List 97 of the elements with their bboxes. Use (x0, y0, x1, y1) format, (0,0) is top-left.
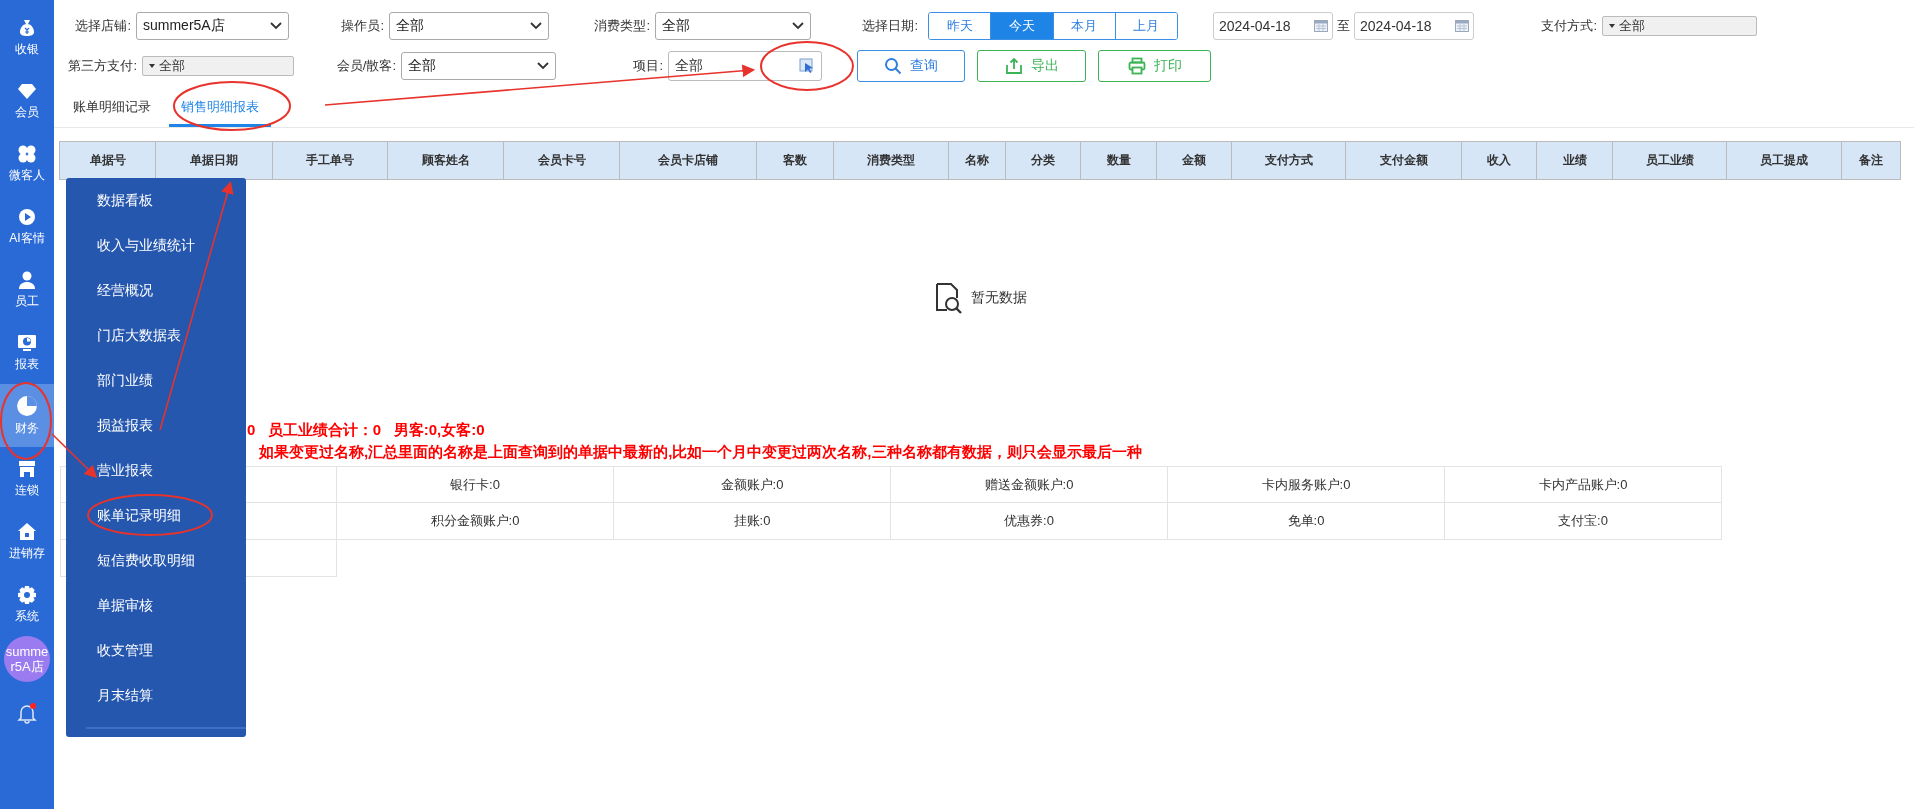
tab[interactable]: 账单明细记录 (61, 90, 163, 127)
column-header: 名称 (948, 141, 1006, 180)
menu-item[interactable]: 短信费收取明细 (66, 538, 246, 583)
cursor-select-icon[interactable] (799, 58, 815, 74)
filter-label: 消费类型: (593, 17, 651, 35)
date-range-tab[interactable]: 今天 (991, 13, 1054, 39)
summary-cell: 免单:0 (1168, 503, 1445, 540)
column-header: 数量 (1080, 141, 1157, 180)
printer-icon (1127, 57, 1146, 75)
filter-label: 项目: (632, 57, 664, 75)
menu-item[interactable]: 损益报表 (66, 403, 246, 448)
column-header: 收入 (1461, 141, 1537, 180)
money-bag-icon (17, 17, 37, 38)
date-range-tab[interactable]: 昨天 (929, 13, 992, 39)
annotation-arrow (51, 433, 98, 479)
column-header: 客数 (756, 141, 834, 180)
chevron-down-icon (270, 22, 282, 30)
filter-label: 第三方支付: (67, 57, 138, 75)
dropdown-field[interactable]: 全部 (1602, 16, 1757, 36)
filter-label: 选择日期: (861, 17, 919, 35)
chevron-down-icon (792, 22, 804, 30)
menu-item[interactable]: 营业报表 (66, 448, 246, 493)
summary-cell: 挂账:0 (614, 503, 891, 540)
summary-cell: 卡内服务账户:0 (1168, 466, 1445, 503)
summary-cell: 卡内产品账户:0 (1445, 466, 1722, 503)
menu-item[interactable]: 门店大数据表 (66, 313, 246, 358)
sidebar-item[interactable]: 员工 (0, 258, 54, 321)
column-header: 业绩 (1536, 141, 1613, 180)
person-icon (17, 269, 37, 290)
column-header: 员工提成 (1726, 141, 1842, 180)
calendar-icon (1455, 20, 1469, 32)
filter-label: 操作员: (340, 17, 385, 35)
summary-cell: 赠送金额账户:0 (891, 466, 1168, 503)
summary-cell: 金额账户:0 (614, 466, 891, 503)
tab[interactable]: 销售明细报表 (169, 90, 271, 127)
bell-icon[interactable] (16, 702, 38, 724)
chevron-down-icon (537, 62, 549, 70)
sidebar-item[interactable]: 收银 (0, 6, 54, 69)
settings-icon (17, 584, 37, 605)
sidebar-item[interactable]: 微客人 (0, 132, 54, 195)
upload-icon (1004, 57, 1023, 75)
column-header: 会员卡号 (503, 141, 620, 180)
menu-item[interactable]: 账单记录明细 (66, 493, 246, 538)
select-field[interactable]: summer5A店 (136, 12, 289, 40)
column-header: 会员卡店铺 (619, 141, 757, 180)
column-header: 支付金额 (1345, 141, 1462, 180)
action-button[interactable]: 查询 (857, 50, 965, 82)
column-header: 支付方式 (1231, 141, 1346, 180)
menu-item[interactable]: 收支管理 (66, 628, 246, 673)
calendar-icon (1314, 20, 1328, 32)
search-icon (884, 57, 902, 75)
empty-message: 暂无数据 (970, 289, 1027, 307)
range-separator: 至 (1337, 17, 1350, 35)
column-header: 顾客姓名 (387, 141, 504, 180)
date-field[interactable]: 2024-04-18 (1213, 12, 1333, 40)
column-header: 消费类型 (833, 141, 949, 180)
sidebar-item[interactable]: 进销存 (0, 510, 54, 573)
pie-chart-icon (16, 394, 38, 417)
play-icon (17, 206, 37, 227)
menu-item[interactable]: 数据看板 (66, 178, 246, 223)
filter-label: 选择店铺: (74, 17, 132, 35)
column-header: 金额 (1156, 141, 1232, 180)
select-field[interactable]: 全部 (401, 52, 556, 80)
summary-cell: 积分金额账户:0 (337, 503, 614, 540)
column-header: 手工单号 (272, 141, 388, 180)
sidebar-item[interactable]: 连锁 (0, 447, 54, 510)
sidebar-item[interactable]: 报表 (0, 321, 54, 384)
filter-label: 支付方式: (1540, 17, 1598, 35)
menu-item[interactable]: 经营概况 (66, 268, 246, 313)
column-header: 分类 (1005, 141, 1081, 180)
chevron-down-icon (530, 22, 542, 30)
monitor-icon (17, 332, 37, 353)
column-header: 备注 (1841, 141, 1901, 180)
sidebar-item[interactable]: 会员 (0, 69, 54, 132)
summary-cell: 银行卡:0 (337, 466, 614, 503)
date-field[interactable]: 2024-04-18 (1354, 12, 1474, 40)
sidebar-item[interactable]: 系统 (0, 573, 54, 636)
store-icon (17, 458, 37, 479)
filter-label: 会员/散客: (335, 57, 397, 75)
summary-note: 如果变更过名称,汇总里面的名称是上面查询到的单据中最新的,比如一个月中变更过两次名称,三种名称都有数据，则只会显示最后一种 (259, 442, 1142, 462)
menu-item[interactable]: 收入与业绩统计 (66, 223, 246, 268)
column-header: 员工业绩 (1612, 141, 1727, 180)
summary-cell: 支付宝:0 (1445, 503, 1722, 540)
menu-item[interactable]: 单据审核 (66, 583, 246, 628)
column-header: 单据日期 (155, 141, 273, 180)
dropdown-field[interactable]: 全部 (142, 56, 294, 76)
menu-item[interactable]: 部门业绩 (66, 358, 246, 403)
summary-note: 0 员工业绩合计：0 男客:0,女客:0 (247, 420, 485, 440)
column-header: 单据号 (59, 141, 156, 180)
sidebar-item[interactable]: AI客情 (0, 195, 54, 258)
select-field[interactable]: 全部 (389, 12, 549, 40)
four-circles-icon (17, 143, 37, 164)
select-field[interactable]: 全部 (655, 12, 811, 40)
picker-field[interactable]: 全部 (668, 51, 822, 81)
menu-item[interactable]: 月末结算 (66, 673, 246, 718)
summary-cell: 优惠券:0 (891, 503, 1168, 540)
house-icon (17, 521, 37, 542)
